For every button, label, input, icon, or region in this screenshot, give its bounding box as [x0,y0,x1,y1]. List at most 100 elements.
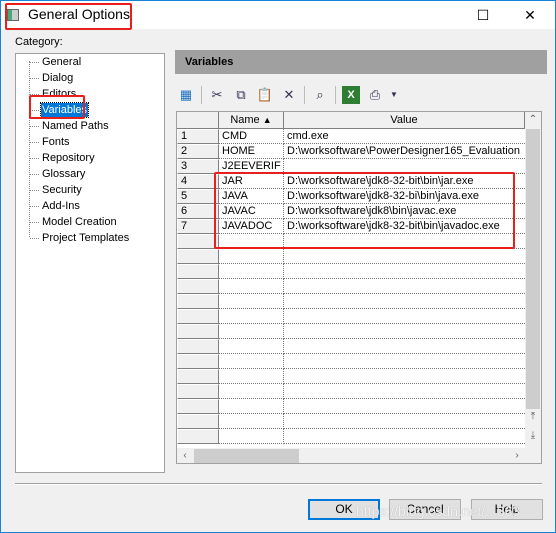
category-item-named-paths[interactable]: Named Paths [30,119,110,133]
table-row[interactable] [177,369,525,384]
table-row[interactable]: 3 J2EEVERIF [177,159,525,174]
value-cell[interactable] [284,354,525,369]
value-cell[interactable] [284,429,525,444]
copy-icon[interactable]: ⧉ [232,86,250,104]
name-cell[interactable] [219,369,284,384]
category-item-editors[interactable]: Editors [29,87,77,101]
name-cell[interactable]: JAR [219,174,284,189]
name-cell[interactable] [219,399,284,414]
table-row[interactable] [177,279,525,294]
scroll-bottom-icon[interactable]: ⤓ [525,428,541,444]
table-row[interactable] [177,324,525,339]
delete-icon[interactable]: ✕ [280,86,298,104]
table-row[interactable] [177,264,525,279]
table-row[interactable] [177,309,525,324]
table-row[interactable]: 6 JAVAC D:\worksoftware\jdk8\bin\javac.exe [177,204,525,219]
category-item-dialog[interactable]: Dialog [29,71,74,85]
ok-button[interactable]: OK [308,499,380,520]
scroll-right-icon[interactable]: › [509,448,525,463]
column-header-value[interactable]: Value [284,112,525,129]
value-cell[interactable]: D:\worksoftware\jdk8-32-bi\bin\java.exe [284,189,525,204]
scroll-top-icon[interactable]: ⤒ [525,409,541,425]
table-row[interactable]: 1 CMD cmd.exe [177,129,525,144]
name-cell[interactable]: HOME [219,144,284,159]
name-cell[interactable] [219,309,284,324]
paste-icon[interactable]: 📋 [256,86,274,104]
help-button[interactable]: Help [471,499,543,520]
column-header-name[interactable]: Name ▲ [219,112,284,129]
table-row[interactable] [177,294,525,309]
name-cell[interactable]: JAVADOC [219,219,284,234]
value-cell[interactable]: D:\worksoftware\PowerDesigner165_Evaluat… [284,144,525,159]
table-row[interactable]: 5 JAVA D:\worksoftware\jdk8-32-bi\bin\java… [177,189,525,204]
value-cell[interactable]: D:\worksoftware\jdk8-32-bit\bin\jar.exe [284,174,525,189]
value-cell[interactable] [284,279,525,294]
add-rows-icon[interactable]: ▦ [177,86,195,104]
table-row[interactable] [177,399,525,414]
table-row[interactable]: 7 JAVADOC D:\worksoftware\jdk8-32-bit\bin\… [177,219,525,234]
category-item-fonts[interactable]: Fonts [30,135,71,149]
value-cell[interactable] [284,369,525,384]
table-row[interactable]: 4 JAR D:\worksoftware\jdk8-32-bit\bin\jar.… [177,174,525,189]
name-cell[interactable] [219,324,284,339]
value-cell[interactable]: D:\worksoftware\jdk8-32-bit\bin\javadoc.… [284,219,525,234]
value-cell[interactable] [284,234,525,249]
scroll-up-icon[interactable]: ⌃ [525,112,541,128]
excel-export-icon[interactable]: X [342,86,360,104]
value-cell[interactable] [284,294,525,309]
value-cell[interactable] [284,339,525,354]
table-row[interactable] [177,384,525,399]
scroll-left-icon[interactable]: ‹ [177,448,193,463]
table-row[interactable] [177,234,525,249]
name-cell[interactable]: JAVAC [219,204,284,219]
category-item-variables[interactable]: Variables [29,102,90,118]
name-cell[interactable] [219,294,284,309]
name-cell[interactable]: JAVA [219,189,284,204]
value-cell[interactable] [284,159,525,174]
name-cell[interactable] [219,264,284,279]
name-cell[interactable] [219,339,284,354]
category-item-repository[interactable]: Repository [30,151,96,165]
value-cell[interactable] [284,414,525,429]
horizontal-scrollbar[interactable]: ‹ › [177,448,541,463]
value-cell[interactable]: cmd.exe [284,129,525,144]
category-item-security[interactable]: Security [30,183,83,197]
minimize-button[interactable]: ☐ [468,5,498,25]
name-cell[interactable] [219,279,284,294]
value-cell[interactable] [284,264,525,279]
print-icon[interactable]: ⎙ [366,86,384,104]
value-cell[interactable] [284,384,525,399]
name-cell[interactable] [219,234,284,249]
table-row[interactable] [177,354,525,369]
table-row[interactable]: 2 HOME D:\worksoftware\PowerDesigner165_Ev… [177,144,525,159]
vertical-scrollbar[interactable]: ⌃ ⤒ ⤓ [525,112,541,448]
cut-icon[interactable]: ✂ [208,86,226,104]
category-tree[interactable]: General Dialog Editors Variables Named Paths… [15,53,165,473]
value-cell[interactable] [284,249,525,264]
horizontal-scroll-thumb[interactable] [194,449,299,463]
table-row[interactable] [177,414,525,429]
category-item-project-templates[interactable]: Project Templates [29,231,130,245]
close-button[interactable]: ✕ [515,5,545,25]
vertical-scroll-thumb[interactable] [526,129,540,409]
category-item-model-creation[interactable]: Model Creation [30,215,118,229]
find-icon[interactable]: ⌕ [311,86,329,104]
name-cell[interactable] [219,429,284,444]
value-cell[interactable] [284,309,525,324]
table-row[interactable] [177,429,525,444]
category-item-glossary[interactable]: Glossary [29,167,86,181]
value-cell[interactable] [284,399,525,414]
name-cell[interactable] [219,384,284,399]
name-cell[interactable]: CMD [219,129,284,144]
name-cell[interactable] [219,354,284,369]
table-row[interactable] [177,249,525,264]
name-cell[interactable] [219,249,284,264]
dropdown-arrow-icon[interactable]: ▼ [390,86,398,104]
category-item-general[interactable]: General [29,55,82,69]
cancel-button[interactable]: Cancel [389,499,461,520]
name-cell[interactable] [219,414,284,429]
name-cell[interactable]: J2EEVERIF [219,159,284,174]
table-row[interactable] [177,339,525,354]
variables-grid[interactable]: Name ▲ Value 1 CMD cmd.exe 2 HOME D:\worksoft… [176,111,542,464]
category-item-add-ins[interactable]: Add-Ins [30,199,81,213]
